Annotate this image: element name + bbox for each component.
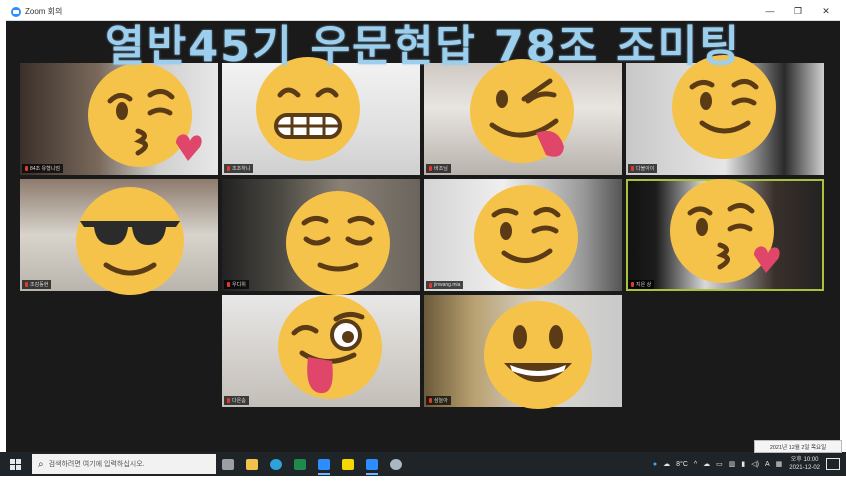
smiley-emoji-icon (484, 301, 592, 409)
participant-name-label: 조감동현 (22, 280, 52, 289)
muted-mic-icon (25, 166, 28, 171)
taskbar-clock[interactable]: 오후 10:00 2021-12-02 (789, 456, 820, 472)
search-icon: ⌕ (38, 458, 44, 470)
file-explorer-icon (246, 458, 258, 470)
clock-date: 2021-12-02 (789, 465, 820, 471)
excel-button[interactable] (288, 452, 312, 476)
keyboard-icon[interactable]: ▦ (776, 460, 783, 468)
system-tray: ● ☁ 8°C ^ ☁ ▭ ▥ ▮ ◁) A ▦ (650, 460, 785, 469)
participant-name-label: 지은 상 (628, 280, 655, 289)
meeting-title-banner: 열반45기 우문현답 78조 조미팅 (105, 22, 741, 72)
windows-taskbar: ⌕ 검색하려면 여기에 입력하십시오. ● ☁ 8°C ^ ☁ ▭ ▥ ▮ ◁)… (0, 452, 846, 476)
volume-icon[interactable]: ◁) (751, 460, 759, 468)
search-placeholder: 검색하려면 여기에 입력하십시오. (48, 461, 145, 468)
notification-center-button[interactable] (826, 458, 840, 470)
windows-logo-icon (9, 458, 21, 470)
excel-icon (294, 458, 306, 470)
muted-mic-icon (631, 282, 634, 287)
task-view-icon (222, 458, 234, 470)
clock-time: 오후 10:00 (790, 457, 819, 463)
start-button[interactable] (0, 458, 30, 470)
kissing-heart-emoji-icon (670, 179, 780, 283)
weather-icon[interactable]: ☁ (663, 460, 670, 468)
kissing-heart-emoji-icon (88, 63, 202, 167)
battery-icon[interactable]: ▭ (716, 460, 723, 468)
muted-mic-icon (429, 166, 432, 171)
kakaotalk-icon (342, 458, 354, 470)
taskbar-search-input[interactable]: ⌕ 검색하려면 여기에 입력하십시오. (32, 454, 216, 474)
wink-emoji-icon (474, 185, 578, 289)
browser-button[interactable] (384, 452, 408, 476)
tongue-wink-emoji-icon (278, 295, 382, 399)
zoom-icon (318, 458, 330, 470)
participant-name-label: 삼늘아 (426, 396, 451, 405)
edge-icon (270, 458, 282, 470)
relieved-emoji-icon (286, 191, 390, 295)
zoom-meeting-button[interactable] (360, 452, 384, 476)
muted-mic-icon (631, 166, 634, 171)
cloud-icon[interactable]: ☁ (703, 460, 710, 468)
weather-temp[interactable]: 8°C (676, 461, 688, 468)
chevron-up-icon[interactable]: ^ (694, 461, 697, 468)
zoom-meeting-icon (366, 458, 378, 470)
zoom-window: Zoom 회의 — ❐ ✕ 열반45기 우문현답 78조 조미팅 84조 유형니… (6, 3, 840, 452)
browser-icon (390, 458, 402, 470)
task-view-button[interactable] (216, 452, 240, 476)
participant-name-label: 우디위 (224, 280, 249, 289)
zoom-button[interactable] (312, 452, 336, 476)
network-icon[interactable]: ▥ (729, 460, 736, 468)
ime-indicator[interactable]: A (765, 461, 770, 468)
participant-name-label: 다온솜 (224, 396, 249, 405)
participant-name-label: 다볼아이 (628, 164, 658, 173)
muted-mic-icon (429, 398, 432, 403)
sunglasses-emoji-icon (76, 187, 184, 295)
muted-mic-icon (25, 282, 28, 287)
muted-mic-icon (227, 398, 230, 403)
participant-name-label: 조조하니 (224, 164, 254, 173)
muted-mic-icon (227, 282, 230, 287)
app-tray-icon[interactable]: ● (653, 461, 657, 468)
microphone-icon[interactable]: ▮ (741, 460, 745, 468)
participant-name-label: jinwang.mia (426, 281, 464, 289)
kakaotalk-button[interactable] (336, 452, 360, 476)
participant-name-label: 바조님 (426, 164, 451, 173)
muted-mic-icon (227, 166, 230, 171)
date-tooltip: 2021년 12월 2일 목요일 (754, 440, 842, 453)
edge-button[interactable] (264, 452, 288, 476)
file-explorer-button[interactable] (240, 452, 264, 476)
muted-mic-icon (429, 282, 432, 288)
participant-name-label: 84조 유형니엄 (22, 164, 63, 173)
